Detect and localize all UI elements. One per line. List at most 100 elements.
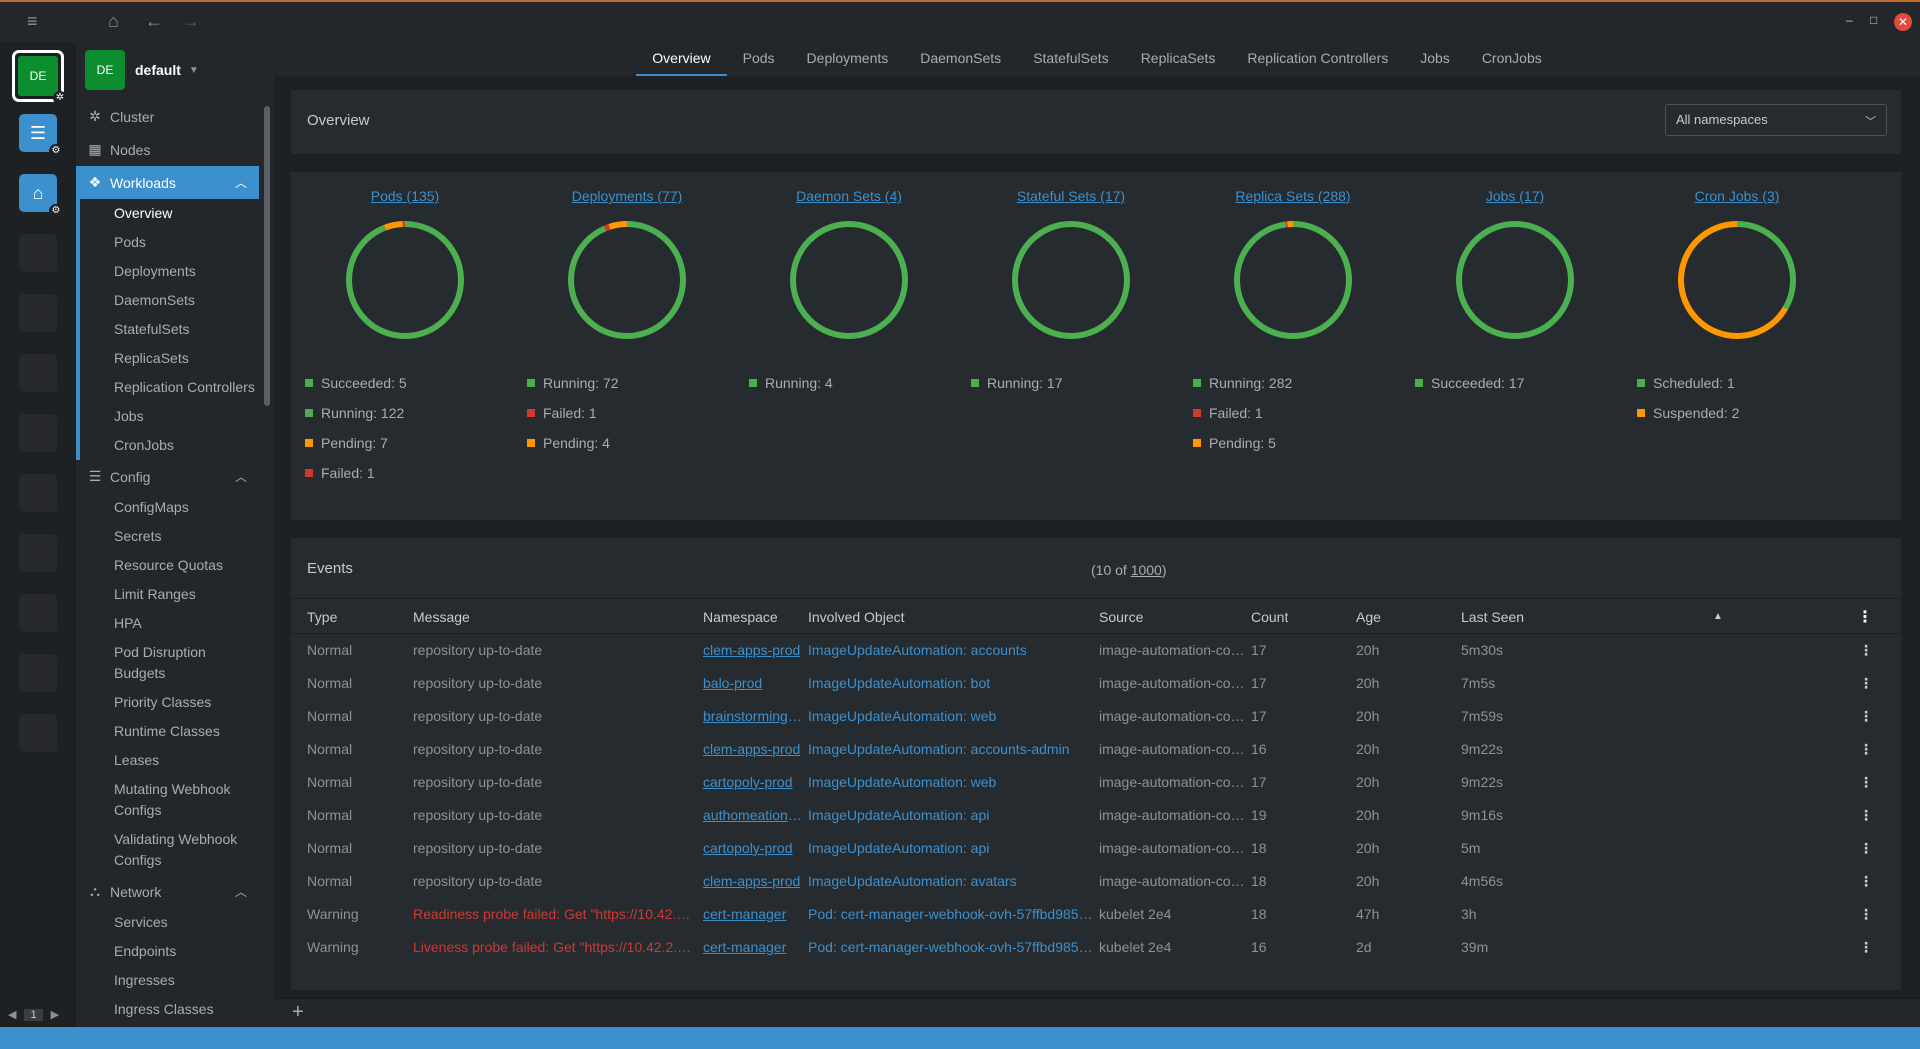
cell-namespace[interactable]: brainstorming-pr... [703, 708, 803, 724]
tab-replicasets[interactable]: ReplicaSets [1125, 42, 1232, 76]
sidebar-item-statefulsets[interactable]: StatefulSets [76, 315, 259, 344]
column-header-source[interactable]: Source [1099, 609, 1143, 625]
cell-namespace[interactable]: clem-apps-prod [703, 873, 803, 889]
column-header-involved-object[interactable]: Involved Object [808, 609, 905, 625]
sidebar-item-overview[interactable]: Overview [76, 199, 259, 228]
chevron-up-icon[interactable]: ︿ [235, 174, 247, 191]
tab-pods[interactable]: Pods [727, 42, 791, 76]
sidebar-item-limit-ranges[interactable]: Limit Ranges [76, 580, 259, 609]
column-header-last-seen[interactable]: Last Seen [1461, 609, 1524, 625]
maximize-button[interactable]: □ [1870, 13, 1877, 27]
table-row[interactable]: Normal repository up-to-date clem-apps-pro… [291, 634, 1901, 667]
column-header-count[interactable]: Count [1251, 609, 1288, 625]
cell-object[interactable]: ImageUpdateAutomation: web [808, 774, 1094, 790]
hamburger-icon[interactable]: ≡ [27, 11, 38, 31]
hotbar-slot[interactable] [19, 474, 57, 512]
row-menu-icon[interactable]: ⋮ [1859, 840, 1873, 857]
donut-segment-running[interactable] [346, 221, 464, 339]
hotbar-slot[interactable] [19, 654, 57, 692]
table-row[interactable]: Normal repository up-to-date clem-apps-pro… [291, 865, 1901, 898]
hotbar-slot[interactable] [19, 354, 57, 392]
minimize-button[interactable]: – [1846, 13, 1853, 27]
sidebar-item-daemonsets[interactable]: DaemonSets [76, 286, 259, 315]
chevron-up-icon[interactable]: ︿ [235, 468, 247, 485]
row-menu-icon[interactable]: ⋮ [1859, 741, 1873, 758]
chart-title-link[interactable]: Replica Sets (288) [1235, 188, 1350, 204]
cell-namespace[interactable]: clem-apps-prod [703, 741, 803, 757]
tab-daemonsets[interactable]: DaemonSets [904, 42, 1017, 76]
column-header-type[interactable]: Type [307, 609, 337, 625]
sidebar-item-cronjobs[interactable]: CronJobs [76, 431, 259, 460]
sidebar-item-replicasets[interactable]: ReplicaSets [76, 344, 259, 373]
arrow-right-icon[interactable]: → [182, 11, 200, 31]
sidebar-scrollbar[interactable] [264, 106, 270, 406]
row-menu-icon[interactable]: ⋮ [1859, 873, 1873, 890]
cell-namespace[interactable]: balo-prod [703, 675, 803, 691]
cell-namespace[interactable]: cert-manager [703, 939, 803, 955]
chart-title-link[interactable]: Cron Jobs (3) [1695, 188, 1780, 204]
sidebar-item-config[interactable]: ☰ Config ︿ [76, 460, 259, 493]
row-menu-icon[interactable]: ⋮ [1859, 807, 1873, 824]
sidebar-item-pods[interactable]: Pods [76, 228, 259, 257]
row-menu-icon[interactable]: ⋮ [1859, 906, 1873, 923]
tab-deployments[interactable]: Deployments [791, 42, 905, 76]
column-header-namespace[interactable]: Namespace [703, 609, 778, 625]
close-button[interactable]: ✕ [1894, 13, 1912, 31]
cell-object[interactable]: ImageUpdateAutomation: accounts [808, 642, 1094, 658]
donut-segment-running[interactable] [1234, 221, 1352, 339]
tab-overview[interactable]: Overview [636, 42, 727, 76]
sidebar-item-deployments[interactable]: Deployments [76, 257, 259, 286]
namespace-select[interactable]: All namespaces ﹀ [1665, 104, 1887, 136]
sidebar-item-workloads[interactable]: ❖ Workloads ︿ [76, 166, 259, 199]
tab-statefulsets[interactable]: StatefulSets [1017, 42, 1125, 76]
cell-object[interactable]: Pod: cert-manager-webhook-ovh-57ffbd985b… [808, 939, 1094, 955]
chart-title-link[interactable]: Pods (135) [371, 188, 439, 204]
sidebar-item-replication-controllers[interactable]: Replication Controllers [76, 373, 259, 402]
cell-namespace[interactable]: cert-manager [703, 906, 803, 922]
sidebar-item-network[interactable]: ⛬ Network ︿ [76, 875, 259, 908]
table-row[interactable]: Normal repository up-to-date authomeations… [291, 799, 1901, 832]
table-row[interactable]: Warning Readiness probe failed: Get "http… [291, 898, 1901, 931]
table-row[interactable]: Normal repository up-to-date clem-apps-pro… [291, 733, 1901, 766]
sidebar-item-services[interactable]: Services [76, 908, 259, 937]
add-tab-button[interactable]: + [292, 1001, 304, 1024]
arrow-left-icon[interactable]: ← [145, 11, 163, 31]
sidebar-item-mutating-webhook-configs[interactable]: Mutating Webhook Configs [76, 775, 259, 825]
cell-object[interactable]: ImageUpdateAutomation: avatars [808, 873, 1094, 889]
columns-menu-icon[interactable]: ⋮ [1857, 607, 1873, 627]
row-menu-icon[interactable]: ⋮ [1859, 675, 1873, 692]
sidebar-item-nodes[interactable]: ▦ Nodes [76, 133, 259, 166]
cell-namespace[interactable]: authomeations-... [703, 807, 803, 823]
cell-object[interactable]: Pod: cert-manager-webhook-ovh-57ffbd985b… [808, 906, 1094, 922]
tab-replication-controllers[interactable]: Replication Controllers [1231, 42, 1404, 76]
pager-next-icon[interactable]: ▶ [51, 1009, 59, 1021]
hotbar-slot[interactable] [19, 594, 57, 632]
namespace-context[interactable]: DE default ▼ [85, 50, 199, 90]
sidebar-item-runtime-classes[interactable]: Runtime Classes [76, 717, 259, 746]
sidebar-item-leases[interactable]: Leases [76, 746, 259, 775]
table-row[interactable]: Normal repository up-to-date brainstorming… [291, 700, 1901, 733]
cell-object[interactable]: ImageUpdateAutomation: accounts-admin [808, 741, 1094, 757]
table-row[interactable]: Normal repository up-to-date cartopoly-pro… [291, 832, 1901, 865]
tab-jobs[interactable]: Jobs [1404, 42, 1466, 76]
row-menu-icon[interactable]: ⋮ [1859, 939, 1873, 956]
pager-prev-icon[interactable]: ◀ [8, 1009, 16, 1021]
chart-title-link[interactable]: Jobs (17) [1486, 188, 1544, 204]
cell-object[interactable]: ImageUpdateAutomation: web [808, 708, 1094, 724]
donut-segment-running[interactable] [568, 221, 686, 339]
sidebar-item-endpoints[interactable]: Endpoints [76, 937, 259, 966]
chart-title-link[interactable]: Deployments (77) [572, 188, 683, 204]
row-menu-icon[interactable]: ⋮ [1859, 642, 1873, 659]
cell-namespace[interactable]: cartopoly-prod [703, 840, 803, 856]
donut-segment-running[interactable] [1012, 221, 1130, 339]
hotbar-slot[interactable] [19, 714, 57, 752]
hotbar-slot[interactable] [19, 294, 57, 332]
column-header-message[interactable]: Message [413, 609, 470, 625]
donut-segment-succeeded[interactable] [1456, 221, 1574, 339]
sidebar-item-validating-webhook-configs[interactable]: Validating Webhook Configs [76, 825, 259, 875]
cell-object[interactable]: ImageUpdateAutomation: api [808, 807, 1094, 823]
cell-object[interactable]: ImageUpdateAutomation: bot [808, 675, 1094, 691]
sidebar-item-configmaps[interactable]: ConfigMaps [76, 493, 259, 522]
hotbar-slot[interactable] [19, 234, 57, 272]
sidebar-item-priority-classes[interactable]: Priority Classes [76, 688, 259, 717]
